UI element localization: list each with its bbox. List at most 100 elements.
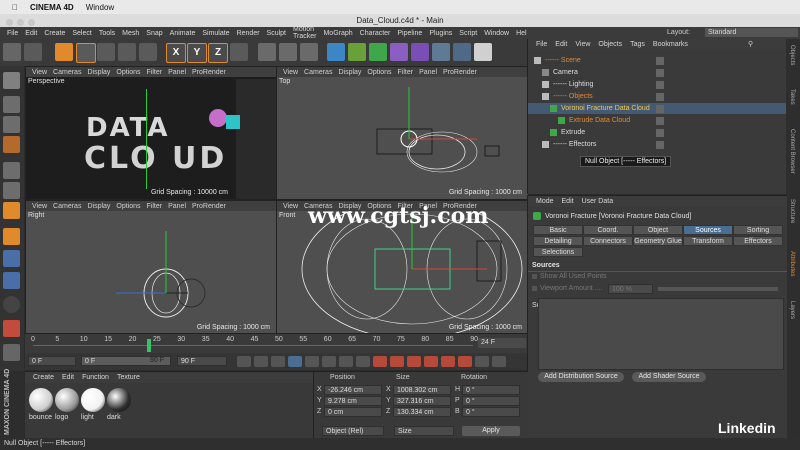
render-to-picture-viewer-icon[interactable]	[279, 43, 297, 61]
apple-icon[interactable]: 	[12, 3, 18, 12]
menu-snap[interactable]: Snap	[146, 30, 162, 37]
side-tab-objects[interactable]: Objects	[789, 45, 795, 65]
tree-item[interactable]: ------ Lighting	[528, 79, 793, 90]
cube-icon[interactable]	[327, 43, 345, 61]
viewport-menu-options[interactable]: Options	[367, 69, 391, 76]
camera-icon[interactable]	[453, 43, 471, 61]
previous-key-icon[interactable]	[254, 356, 268, 367]
menu-sculpt[interactable]: Sculpt	[267, 30, 286, 37]
material-swatch[interactable]	[29, 388, 53, 412]
viewport-menu-prorender[interactable]: ProRender	[192, 203, 226, 210]
apply-button[interactable]: Apply	[462, 426, 520, 436]
s-icon[interactable]	[3, 296, 20, 313]
menu-plugins[interactable]: Plugins	[429, 30, 452, 37]
tab-transform[interactable]: Transform	[683, 236, 733, 246]
coordinate-system-icon[interactable]	[230, 43, 248, 61]
attributes-menu-mode[interactable]: Mode	[536, 198, 554, 205]
attributes-menu-edit[interactable]: Edit	[562, 198, 574, 205]
material-swatch[interactable]	[107, 388, 131, 412]
edges-mode-icon[interactable]	[3, 182, 20, 199]
objects-menu-tags[interactable]: Tags	[630, 41, 645, 48]
menu-character[interactable]: Character	[360, 30, 391, 37]
menu-window[interactable]: Window	[484, 30, 509, 37]
viewport-menu-filter[interactable]: Filter	[147, 69, 163, 76]
tab-effectors[interactable]: Effectors	[733, 236, 783, 246]
rotation-field[interactable]: 0 °	[462, 396, 520, 406]
render-settings-icon[interactable]	[300, 43, 318, 61]
visibility-dots-icon[interactable]	[656, 68, 664, 77]
objects-menu-objects[interactable]: Objects	[598, 41, 622, 48]
menu-edit[interactable]: Edit	[25, 30, 37, 37]
coordinate-mode-select[interactable]: Object (Rel)	[322, 426, 384, 436]
visibility-dots-icon[interactable]	[656, 56, 664, 65]
viewport-menu-display[interactable]: Display	[87, 69, 110, 76]
visibility-dots-icon[interactable]	[656, 116, 664, 125]
model-mode-icon[interactable]	[3, 96, 20, 113]
x-axis-button[interactable]: X	[166, 43, 186, 63]
viewport-amount-slider[interactable]	[658, 287, 778, 291]
menu-simulate[interactable]: Simulate	[202, 30, 229, 37]
menu-file[interactable]: File	[7, 30, 18, 37]
menu-create[interactable]: Create	[44, 30, 65, 37]
last-tool-icon[interactable]	[139, 43, 157, 61]
size-mode-select[interactable]: Size	[394, 426, 454, 436]
tab-object[interactable]: Object	[633, 225, 683, 235]
autokey-icon[interactable]	[373, 356, 387, 367]
position-field[interactable]: 9.278 cm	[324, 396, 382, 406]
viewport-menu-view[interactable]: View	[283, 203, 298, 210]
texture-mode-icon[interactable]	[3, 116, 20, 133]
locked-workplane-icon[interactable]	[3, 344, 20, 361]
menu-motion-tracker[interactable]: Motion Tracker	[293, 26, 316, 40]
tree-item[interactable]: Camera	[528, 67, 793, 78]
floor-icon[interactable]	[432, 43, 450, 61]
app-menu[interactable]: CINEMA 4D	[30, 3, 74, 12]
objects-menu-view[interactable]: View	[575, 41, 590, 48]
viewport-menu-view[interactable]: View	[32, 203, 47, 210]
playhead[interactable]	[147, 339, 151, 352]
objects-menu-file[interactable]: File	[536, 41, 547, 48]
render-view-icon[interactable]	[258, 43, 276, 61]
material-swatch[interactable]	[81, 388, 105, 412]
size-field[interactable]: 1008.302 cm	[393, 385, 451, 395]
rotate-tool-icon[interactable]	[118, 43, 136, 61]
show-all-checkbox[interactable]	[532, 274, 537, 279]
tab-connectors[interactable]: Connectors	[583, 236, 633, 246]
window-menu[interactable]: Window	[86, 3, 114, 12]
viewport-menu-panel[interactable]: Panel	[168, 69, 186, 76]
viewport-menu-display[interactable]: Display	[338, 69, 361, 76]
rotation-key-icon[interactable]	[441, 356, 455, 367]
y-axis-button[interactable]: Y	[187, 43, 207, 63]
viewport-amount-field[interactable]: 100 %	[608, 284, 653, 294]
material-menu-function[interactable]: Function	[82, 374, 109, 381]
search-icon[interactable]: ⚲	[748, 40, 784, 49]
z-axis-button[interactable]: Z	[208, 43, 228, 63]
polygons-mode-icon[interactable]	[3, 202, 20, 219]
menu-pipeline[interactable]: Pipeline	[397, 30, 422, 37]
tree-item[interactable]: Extrude	[528, 127, 793, 138]
size-field[interactable]: 327.316 cm	[393, 396, 451, 406]
position-field[interactable]: -26.246 cm	[324, 385, 382, 395]
top-viewport[interactable]: View Cameras Display Options Filter Panel ProR…	[276, 66, 529, 200]
visibility-dots-icon[interactable]	[656, 128, 664, 137]
tree-item[interactable]: ------ Objects	[528, 91, 793, 102]
rotation-field[interactable]: 0 °	[462, 407, 520, 417]
parameter-key-icon[interactable]	[458, 356, 472, 367]
viewport-menu-cameras[interactable]: Cameras	[53, 69, 81, 76]
rotation-field[interactable]: 0 °	[462, 385, 520, 395]
make-editable-icon[interactable]	[3, 72, 20, 89]
next-frame-icon[interactable]	[305, 356, 319, 367]
timeline[interactable]: 0 5 10 15 20 25 30 35 40 45 50 55 60 65 70 75 80 85 90 24 …	[25, 333, 527, 353]
viewport-menu-panel[interactable]: Panel	[168, 203, 186, 210]
perspective-viewport[interactable]: View Cameras Display Options Filter Panel ProR…	[25, 66, 277, 200]
workplane-icon[interactable]	[3, 136, 20, 153]
side-tab-structure[interactable]: Structure	[789, 199, 795, 223]
side-tab-content-browser[interactable]: Content Browser	[789, 129, 795, 174]
viewport-menu-panel[interactable]: Panel	[419, 69, 437, 76]
viewport-menu-prorender[interactable]: ProRender	[443, 69, 477, 76]
current-frame-field[interactable]: 24 F	[478, 338, 526, 348]
material-swatch[interactable]	[55, 388, 79, 412]
position-key-icon[interactable]	[407, 356, 421, 367]
material-menu-edit[interactable]: Edit	[62, 374, 74, 381]
snap-icon[interactable]	[3, 272, 20, 289]
tab-geometry-glue[interactable]: Geometry Glue	[633, 236, 683, 246]
